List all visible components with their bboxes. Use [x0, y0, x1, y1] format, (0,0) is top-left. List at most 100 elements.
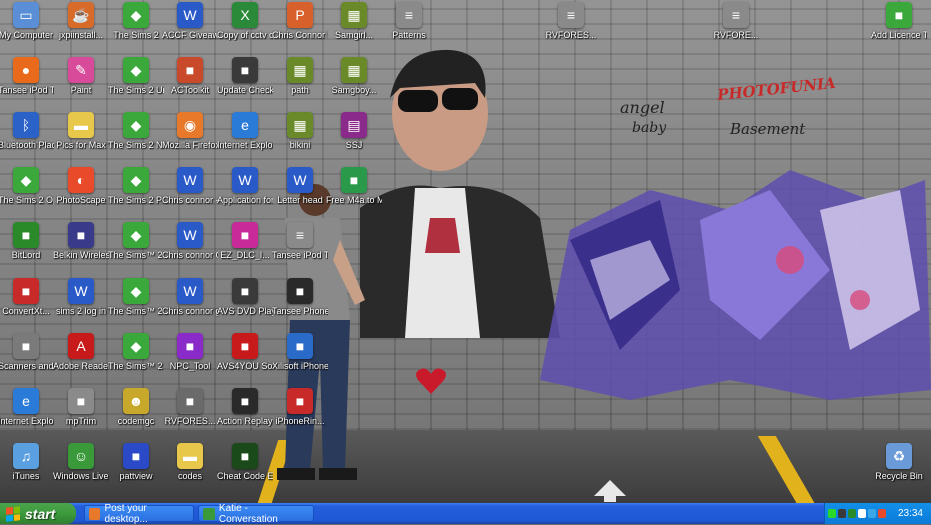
- desktop-shortcut[interactable]: ◉ Mozilla Firefox: [162, 112, 218, 151]
- shortcut-label: EZ_DLC_I...: [220, 250, 270, 260]
- desktop-shortcut[interactable]: ≡ Patterns: [381, 2, 437, 41]
- desktop-shortcut[interactable]: ■ NPC_Tool: [162, 333, 218, 372]
- desktop-shortcut[interactable]: ♫ iTunes: [0, 443, 54, 482]
- desktop-shortcut[interactable]: ■ RVFORES...: [162, 388, 218, 427]
- desktop-shortcut[interactable]: ■ Action Replay Co...: [217, 388, 273, 427]
- desktop-shortcut[interactable]: ● Tansee iPod Transfer ...: [0, 57, 54, 96]
- system-tray: 23:34: [824, 503, 931, 524]
- desktop-shortcut[interactable]: ■ Update Checker: [217, 57, 273, 96]
- desktop-shortcut[interactable]: ☕ jxpiinstall...: [53, 2, 109, 41]
- desktop-shortcut[interactable]: ■ EZ_DLC_I...: [217, 222, 273, 261]
- desktop-shortcut[interactable]: ◆ The Sims 2 Pets: [108, 167, 164, 206]
- desktop-shortcut[interactable]: ᛒ Bluetooth Places: [0, 112, 54, 151]
- desktop-shortcut[interactable]: W Letter head: [272, 167, 328, 206]
- desktop-shortcut[interactable]: ■ Belkin Wireles...: [53, 222, 109, 261]
- desktop-shortcut[interactable]: ▦ Samgirl...: [326, 2, 382, 41]
- desktop-shortcut[interactable]: X Copy of cctv contacts: [217, 2, 273, 41]
- desktop-shortcut[interactable]: ♻ Recycle Bin: [871, 443, 927, 482]
- desktop-shortcut[interactable]: P Chris Connor Pri...: [272, 2, 328, 41]
- desktop-shortcut[interactable]: ■ AVS4YOU Softwa...: [217, 333, 273, 372]
- desktop-shortcut[interactable]: ■ Scanners and Ca...: [0, 333, 54, 372]
- desktop-shortcut[interactable]: ■ ACToolkit: [162, 57, 218, 96]
- desktop-shortcut[interactable]: ☻ codemgc: [108, 388, 164, 427]
- desktop-shortcut[interactable]: W ACCF Giveaway!: [162, 2, 218, 41]
- word-doc-icon: W: [177, 278, 203, 304]
- desktop-shortcut[interactable]: ■ iPhoneRin...: [272, 388, 328, 427]
- word-doc-icon: W: [287, 167, 313, 193]
- tray-icon[interactable]: [868, 509, 876, 518]
- sims-icon: ◆: [123, 2, 149, 28]
- convertx-icon: ■: [13, 278, 39, 304]
- desktop-shortcut[interactable]: ◆ The Sims™ 2 FreeTime: [108, 333, 164, 372]
- desktop-shortcut[interactable]: ◆ The Sims 2: [108, 2, 164, 41]
- taskbar-button-messenger[interactable]: Katie - Conversation: [198, 503, 314, 525]
- shortcut-label: The Sims™ 2 FreeTime: [108, 361, 164, 371]
- tray-icon[interactable]: [878, 509, 886, 518]
- shortcut-label: RVFORES...: [164, 416, 216, 426]
- shortcut-label: codes: [177, 471, 203, 481]
- desktop-shortcut[interactable]: ■ BitLord: [0, 222, 54, 261]
- desktop-shortcut[interactable]: ■ mpTrim: [53, 388, 109, 427]
- desktop-shortcut[interactable]: ■ Tansee Phone Copy: [272, 278, 328, 317]
- tray-icon[interactable]: [848, 509, 856, 518]
- desktop-shortcut[interactable]: W Chris connor g4s: [162, 278, 218, 317]
- document-icon: ≡: [723, 2, 749, 28]
- desktop-shortcut[interactable]: ≡ Tansee iPod Transfer: [272, 222, 328, 261]
- desktop-shortcut[interactable]: ■ Free M4a to MP3 Converter: [326, 167, 382, 206]
- firefox-icon: [89, 507, 101, 520]
- wall-text-angel: angel: [620, 98, 665, 117]
- shortcut-label: Samgboy...: [331, 85, 377, 95]
- shortcut-label: RVFORE...: [713, 30, 759, 40]
- desktop-shortcut[interactable]: ▬ codes: [162, 443, 218, 482]
- shortcut-label: sims 2 log in: [55, 306, 107, 316]
- shortcut-label: Paint: [70, 85, 92, 95]
- start-button[interactable]: start: [0, 503, 76, 524]
- desktop-shortcut[interactable]: ◆ The Sims 2 University: [108, 57, 164, 96]
- desktop-shortcut[interactable]: ◐ PhotoScape: [53, 167, 109, 206]
- shortcut-label: Mozilla Firefox: [162, 140, 218, 150]
- desktop-shortcut[interactable]: ■ Add Licence To Your ...: [871, 2, 927, 41]
- desktop-shortcut[interactable]: ▦ path: [272, 57, 328, 96]
- desktop-shortcut[interactable]: ■ pattview: [108, 443, 164, 482]
- ie-icon: e: [232, 112, 258, 138]
- add-licence-icon: ■: [886, 2, 912, 28]
- start-label: start: [25, 505, 56, 522]
- desktop-shortcut[interactable]: ▭ My Computer: [0, 2, 54, 41]
- shortcut-label: PhotoScape: [56, 195, 106, 205]
- desktop-shortcut[interactable]: ≡ RVFORES...: [543, 2, 599, 41]
- desktop-shortcut[interactable]: ■ ConvertXt...: [0, 278, 54, 317]
- tray-icon[interactable]: [838, 509, 846, 518]
- tray-icon[interactable]: [858, 509, 866, 518]
- desktop-shortcut[interactable]: ■ Xilisoft iPhone...: [272, 333, 328, 372]
- shortcut-label: iPhoneRin...: [275, 416, 325, 426]
- desktop-shortcut[interactable]: ▦ Samgboy...: [326, 57, 382, 96]
- desktop-shortcut[interactable]: e Internet Explorer: [0, 388, 54, 427]
- desktop-shortcut[interactable]: A Adobe Reader 9: [53, 333, 109, 372]
- tray-icon[interactable]: [828, 509, 836, 518]
- desktop-shortcut[interactable]: Wsims 2 log in: [53, 278, 109, 317]
- desktop-shortcut[interactable]: W Chris connor CV 1: [162, 222, 218, 261]
- desktop-shortcut[interactable]: ◆ The Sims 2 Nightlife: [108, 112, 164, 151]
- taskbar-button-firefox[interactable]: Post your desktop...: [84, 503, 194, 525]
- word-doc-icon: W: [177, 2, 203, 28]
- tansee-icon: ●: [13, 57, 39, 83]
- desktop-shortcut[interactable]: e Internet Explorer: [217, 112, 273, 151]
- desktop-shortcut[interactable]: ≡ RVFORE...: [708, 2, 764, 41]
- shortcut-label: Application form (S...: [217, 195, 273, 205]
- desktop-shortcut[interactable]: ◆ The Sims™ 2 Seasons: [108, 222, 164, 261]
- shortcut-label: Pics for Max: [56, 140, 106, 150]
- desktop-shortcut[interactable]: ■ Cheat Code Editor: [217, 443, 273, 482]
- desktop-shortcut[interactable]: ▬ Pics for Max: [53, 112, 109, 151]
- heart-graffiti: [416, 368, 446, 394]
- desktop-shortcut[interactable]: ✎ Paint: [53, 57, 109, 96]
- desktop-shortcut[interactable]: ▦ bikini: [272, 112, 328, 151]
- desktop-shortcut[interactable]: ▤ SSJ: [326, 112, 382, 151]
- desktop-shortcut[interactable]: W Chris connor - ...: [162, 167, 218, 206]
- shortcut-label: Patterns: [392, 30, 426, 40]
- desktop-shortcut[interactable]: ■ AVS DVD Player: [217, 278, 273, 317]
- desktop-shortcut[interactable]: ☺ Windows Live Mes...: [53, 443, 109, 482]
- desktop-shortcut[interactable]: W Application form (S...: [217, 167, 273, 206]
- desktop-shortcut[interactable]: ◆ The Sims 2 Open For...: [0, 167, 54, 206]
- desktop-shortcut[interactable]: ◆ The Sims™ 2 Bon Vo...: [108, 278, 164, 317]
- shortcut-label: Action Replay Co...: [217, 416, 273, 426]
